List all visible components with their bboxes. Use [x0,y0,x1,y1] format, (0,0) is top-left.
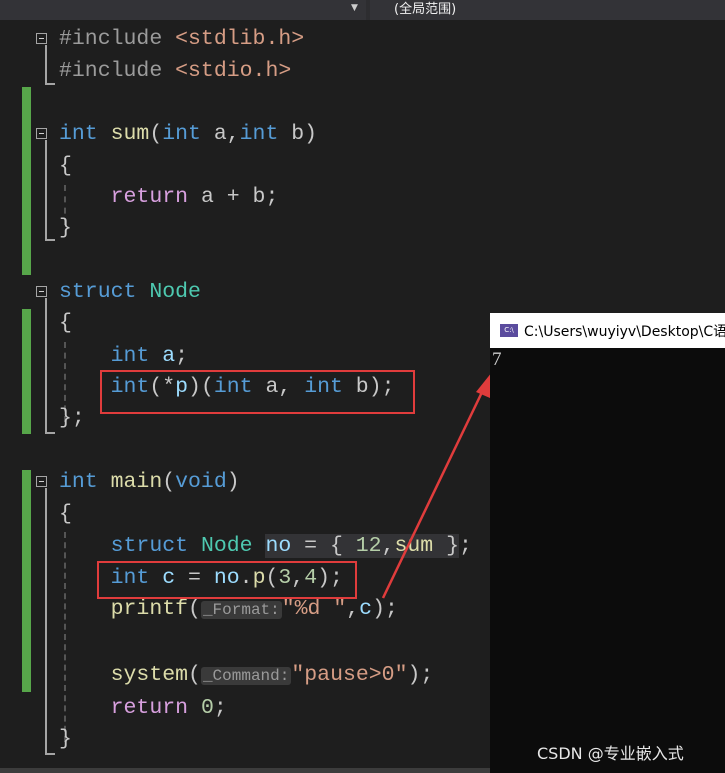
cmd-icon: C:\ [500,324,518,337]
console-titlebar[interactable]: C:\ C:\Users\wuyiyv\Desktop\C语 [490,313,725,348]
status-bar [0,768,490,773]
watermark: CSDN @专业嵌入式 [537,744,684,763]
console-title: C:\Users\wuyiyv\Desktop\C语 [524,323,725,340]
console-output: 7 [492,349,502,370]
console-window[interactable]: C:\ C:\Users\wuyiyv\Desktop\C语 7 [490,313,725,773]
arrow-line [381,387,486,599]
